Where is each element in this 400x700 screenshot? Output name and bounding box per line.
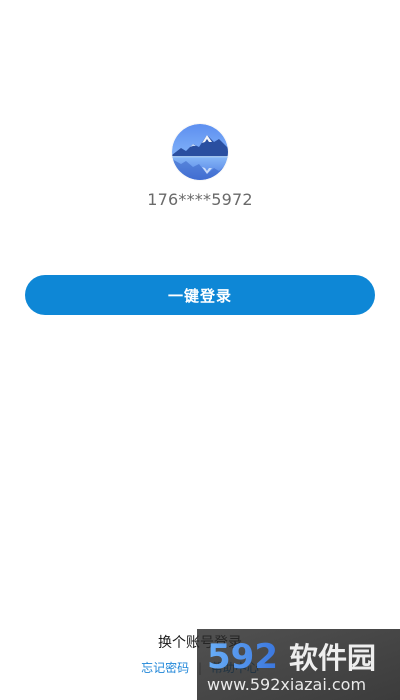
mountain-lake-avatar-icon <box>172 124 228 180</box>
login-screen: 176****5972 一键登录 换个账号登录 忘记密码 | 帮助中心 592 … <box>0 0 400 700</box>
help-center-link[interactable]: 帮助中心 <box>211 661 259 675</box>
forgot-password-link[interactable]: 忘记密码 <box>141 661 189 675</box>
switch-account-link[interactable]: 换个账号登录 <box>0 634 400 652</box>
bottom-links: 忘记密码 | 帮助中心 <box>0 660 400 676</box>
avatar <box>172 124 228 180</box>
one-tap-login-button[interactable]: 一键登录 <box>25 275 375 315</box>
link-separator: | <box>197 661 203 675</box>
svg-text:www.592xiazai.com: www.592xiazai.com <box>207 675 366 694</box>
masked-phone-number: 176****5972 <box>147 190 253 209</box>
